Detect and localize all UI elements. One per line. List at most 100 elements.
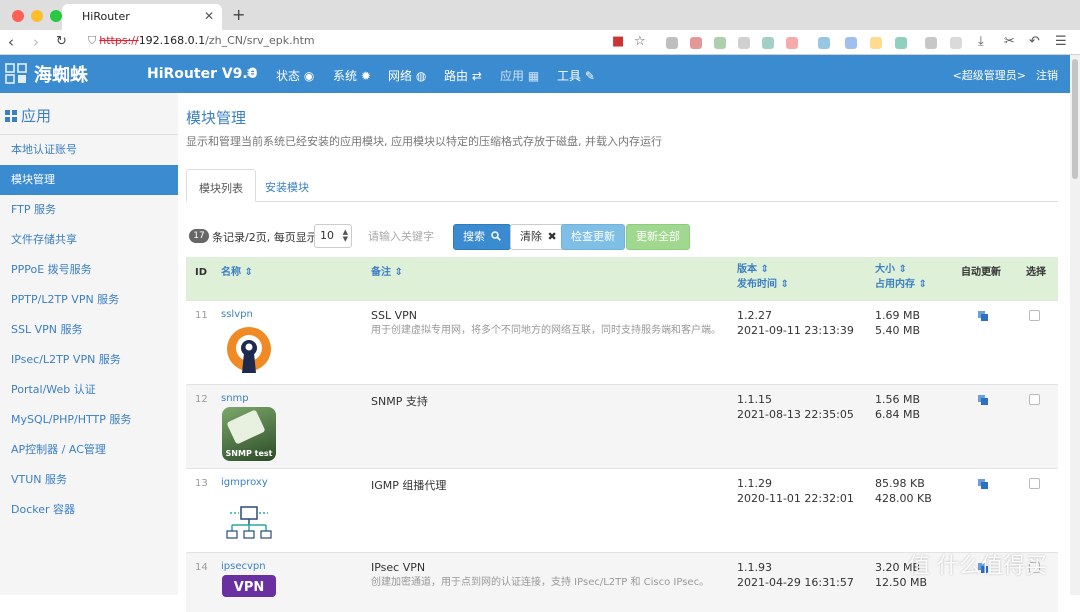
snmp-icon-label: SNMP test <box>225 449 273 458</box>
scissors-icon[interactable]: ✂ <box>1004 34 1015 49</box>
module-size: 1.69 MB <box>875 309 921 322</box>
admin-user[interactable]: <超级管理员> <box>953 67 1026 83</box>
extension-icon[interactable] <box>818 37 830 49</box>
extension-icon[interactable] <box>925 37 937 49</box>
browser-tab[interactable]: HiRouter ✕ <box>62 4 222 30</box>
app-navbar: 海蜘蛛 HiRouter V9.0 ≡ 状态 ◉ 系统 ✹ 网络 ◍ 路由 ⇄ … <box>0 55 1070 93</box>
reload-icon[interactable]: ↻ <box>56 34 67 49</box>
brand-name[interactable]: HiRouter V9.0 <box>147 66 257 82</box>
search-button-label: 搜索 <box>463 230 485 243</box>
window-close-button[interactable] <box>12 10 24 22</box>
extension-icon[interactable] <box>690 37 702 49</box>
search-icon <box>490 231 501 241</box>
extension-icon[interactable] <box>738 37 750 49</box>
blocked-popup-icon[interactable]: ■ <box>612 34 624 49</box>
scrollbar-thumb[interactable] <box>1072 59 1078 179</box>
module-release-time: 2021-08-13 22:35:05 <box>737 408 854 421</box>
download-icon[interactable]: ⤓ <box>978 34 984 49</box>
table-row: 11 sslvpn SSL VPN 用于创建虚拟专用网，将多个不同地方的网络互联… <box>186 300 1058 384</box>
page-size-select[interactable]: 10 ▲ ▼ <box>314 224 352 248</box>
module-note: IGMP 组播代理 <box>371 479 447 492</box>
auto-update-icon[interactable] <box>978 479 988 489</box>
header-release-time[interactable]: 发布时间 ⇕ <box>737 278 789 292</box>
auto-update-icon[interactable] <box>978 395 988 405</box>
auto-update-icon[interactable] <box>978 311 988 321</box>
bookmark-star-icon[interactable]: ☆ <box>634 34 646 49</box>
network-topology-icon <box>222 491 276 545</box>
row-select-checkbox[interactable] <box>1029 478 1040 489</box>
row-select-checkbox[interactable] <box>1029 394 1040 405</box>
menu-network[interactable]: 网络 ◍ <box>388 67 426 84</box>
header-version[interactable]: 版本 ⇕ <box>737 263 769 277</box>
header-select: 选择 <box>1026 267 1046 278</box>
extension-icon[interactable] <box>666 37 678 49</box>
menu-routing[interactable]: 路由 ⇄ <box>444 67 482 84</box>
module-note: SNMP 支持 <box>371 395 428 408</box>
row-id: 14 <box>195 562 208 573</box>
header-note[interactable]: 备注 ⇕ <box>371 266 403 280</box>
sidebar-item-docker[interactable]: Docker 容器 <box>0 495 178 525</box>
extension-icon[interactable] <box>714 37 726 49</box>
sidebar-item-vtun[interactable]: VTUN 服务 <box>0 465 178 495</box>
page-scrollbar[interactable] <box>1070 55 1080 595</box>
url-host: 192.168.0.1 <box>138 34 206 47</box>
sidebar-item-portal[interactable]: Portal/Web 认证 <box>0 375 178 405</box>
header-auto-update: 自动更新 <box>961 267 1001 278</box>
row-select-checkbox[interactable] <box>1029 310 1040 321</box>
url-field[interactable]: ⛉ https://192.168.0.1/zh_CN/srv_epk.htm <box>88 34 315 48</box>
tab-close-icon[interactable]: ✕ <box>204 9 214 23</box>
new-tab-icon[interactable]: + <box>232 5 245 24</box>
extension-icon[interactable] <box>895 37 907 49</box>
window-minimize-button[interactable] <box>31 10 43 22</box>
sidebar-item-mysql[interactable]: MySQL/PHP/HTTP 服务 <box>0 405 178 435</box>
clear-button[interactable]: 清除 ✖ <box>510 224 567 250</box>
module-name-link[interactable]: sslvpn <box>221 309 253 320</box>
sidebar-heading: 应用 <box>0 93 178 135</box>
extension-icon[interactable] <box>950 37 962 49</box>
check-update-button[interactable]: 检查更新 <box>561 224 625 250</box>
module-name-link[interactable]: igmproxy <box>221 477 268 488</box>
search-button[interactable]: 搜索 <box>453 224 511 250</box>
window-maximize-button[interactable] <box>50 10 62 22</box>
module-size: 1.56 MB <box>875 393 921 406</box>
sidebar-item-pptp-l2tp[interactable]: PPTP/L2TP VPN 服务 <box>0 285 178 315</box>
menu-system[interactable]: 系统 ✹ <box>333 67 371 84</box>
header-size[interactable]: 大小 ⇕ <box>875 263 907 277</box>
sidebar-item-ftp[interactable]: FTP 服务 <box>0 195 178 225</box>
menu-tools[interactable]: 工具 ✎ <box>557 67 595 84</box>
table-row: 13 igmproxy IGMP 组播代理 1.1.29 2020-11-01 … <box>186 468 1058 552</box>
sidebar-item-ipsec[interactable]: IPsec/L2TP VPN 服务 <box>0 345 178 375</box>
tab-module-list[interactable]: 模块列表 <box>186 169 256 202</box>
extension-icon[interactable] <box>845 37 857 49</box>
search-input[interactable] <box>362 224 452 248</box>
sidebar-item-file-share[interactable]: 文件存储共享 <box>0 225 178 255</box>
update-all-button[interactable]: 更新全部 <box>626 224 690 250</box>
sidebar-item-module-management[interactable]: 模块管理 <box>0 165 178 195</box>
sidebar-item-ssl-vpn[interactable]: SSL VPN 服务 <box>0 315 178 345</box>
extension-icon[interactable] <box>762 37 774 49</box>
sidebar-item-local-accounts[interactable]: 本地认证账号 <box>0 135 178 165</box>
hamburger-icon[interactable]: ≡ <box>246 65 258 81</box>
tab-install-module[interactable]: 安装模块 <box>253 169 321 202</box>
select-arrows-icon: ▲ ▼ <box>342 228 348 243</box>
grid-icon <box>5 110 17 122</box>
logout-link[interactable]: 注销 <box>1036 67 1058 83</box>
extension-icon[interactable] <box>786 37 798 49</box>
insecure-lock-icon: ⛉ <box>88 34 97 47</box>
menu-status[interactable]: 状态 ◉ <box>276 67 314 84</box>
menu-icon[interactable]: ☰ <box>1055 34 1067 49</box>
extension-icon[interactable] <box>870 37 882 49</box>
header-memory[interactable]: 占用内存 ⇕ <box>875 278 927 292</box>
sidebar-heading-label: 应用 <box>21 107 52 125</box>
module-version: 1.1.29 <box>737 477 772 490</box>
sidebar-item-ap-controller[interactable]: AP控制器 / AC管理 <box>0 435 178 465</box>
forward-icon[interactable]: › <box>33 33 39 51</box>
browser-tab-title: HiRouter <box>82 10 130 23</box>
undo-icon[interactable]: ↶ <box>1029 34 1040 49</box>
sidebar-item-pppoe[interactable]: PPPoE 拨号服务 <box>0 255 178 285</box>
header-name[interactable]: 名称 ⇕ <box>221 266 253 280</box>
module-name-link[interactable]: snmp <box>221 393 249 404</box>
back-icon[interactable]: ‹ <box>8 33 14 51</box>
module-name-link[interactable]: ipsecvpn <box>221 561 266 572</box>
menu-apps[interactable]: 应用 ▦ <box>500 67 539 84</box>
